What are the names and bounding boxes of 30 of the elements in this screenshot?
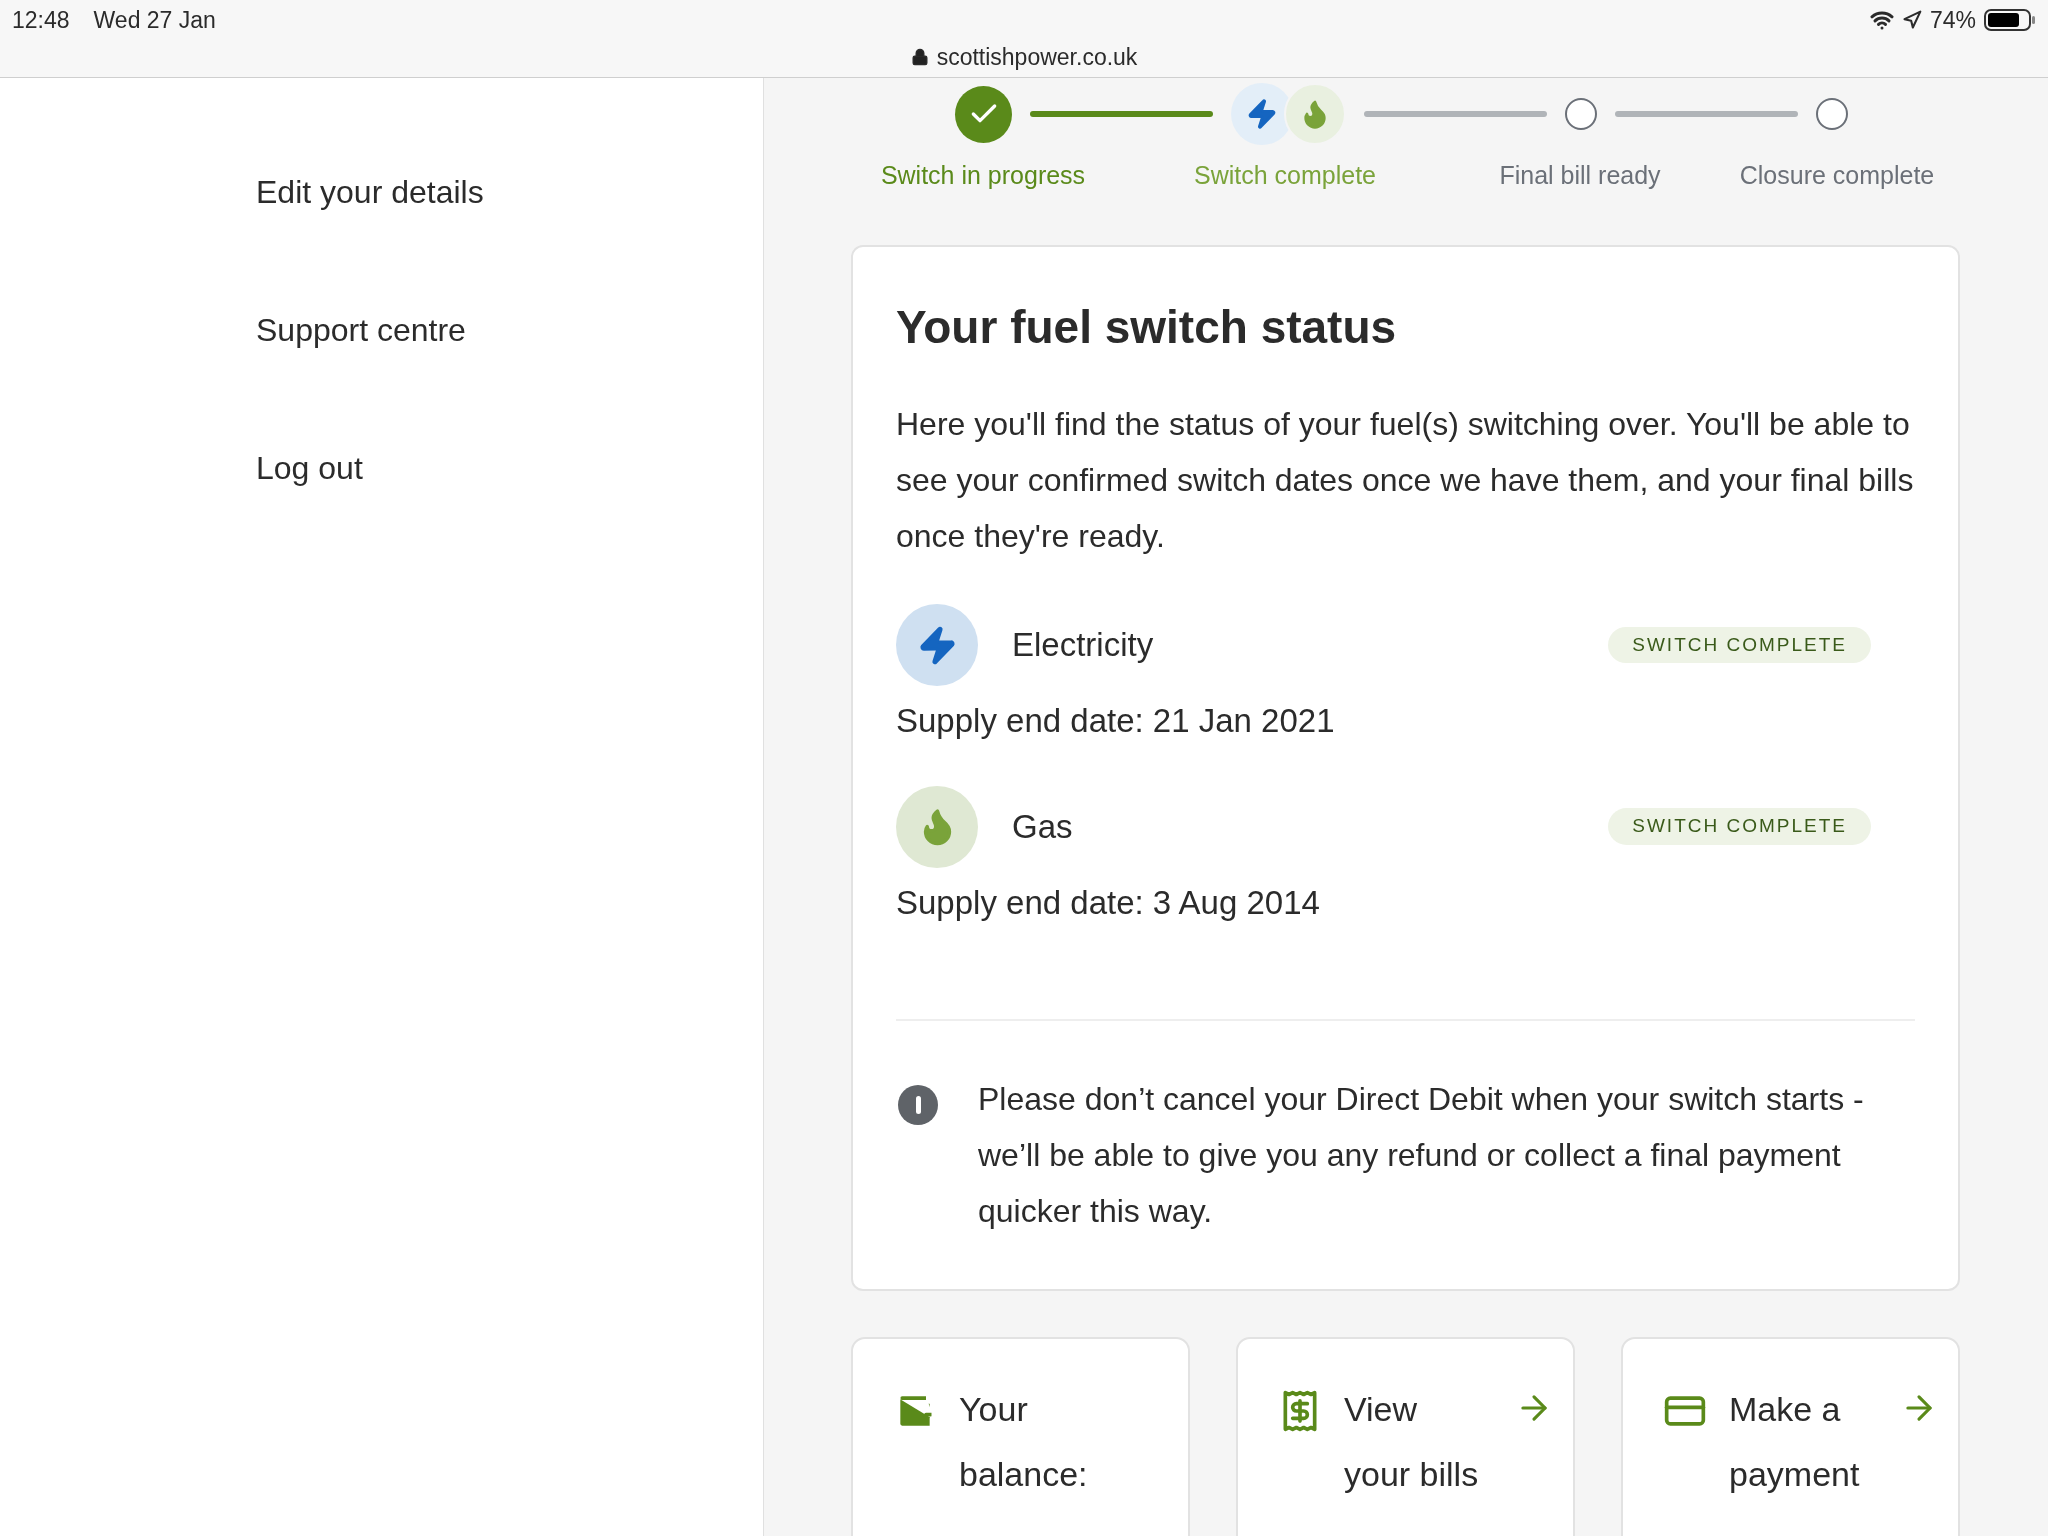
location-icon (1901, 10, 1922, 30)
step-label: Switch complete (1193, 160, 1377, 191)
step-label: Switch in progress (879, 160, 1087, 191)
tile-label: View your bills (1344, 1389, 1480, 1495)
intro-paragraph: Here you'll find the status of your fuel(s) switching over. You'll be able to see your confirmed switch dates once we have them, and your final bills once they're ready. (896, 405, 1915, 556)
action-tile[interactable]: Your balance: (851, 1337, 1190, 1536)
card-title: Your fuel switch status (896, 299, 1398, 355)
tile-label: Make a payment (1729, 1389, 1861, 1495)
fuel-name: Electricity (1012, 625, 1154, 666)
battery-icon (1984, 8, 2036, 32)
fuel-name: Gas (1012, 806, 1073, 847)
step-label: Closure complete (1738, 160, 1936, 191)
sidebar-link[interactable]: Support centre (256, 306, 466, 354)
sidebar-link[interactable]: Edit your details (256, 168, 484, 216)
notice-text: Please don’t cancel your Direct Debit when your switch starts - we’ll be able to give you any refund or collect a final payment quicker this way. (978, 1080, 1865, 1231)
status-badge: SWITCH COMPLETE (1608, 626, 1871, 664)
supply-end-date: Supply end date: 21 Jan 2021 (896, 701, 1336, 741)
step-label: Final bill ready (1498, 160, 1662, 191)
action-tile[interactable]: View your bills (1236, 1337, 1575, 1536)
info-icon (898, 1085, 938, 1125)
supply-end-date: Supply end date: 3 Aug 2014 (896, 882, 1321, 923)
tile-label: Your balance: (959, 1389, 1089, 1495)
action-tile[interactable]: Make a payment (1621, 1337, 1960, 1536)
status-badge: SWITCH COMPLETE (1608, 808, 1871, 845)
lock-icon (910, 48, 929, 67)
battery-level: 74% (1929, 5, 1976, 35)
status-time: 12:48 (12, 5, 70, 35)
status-date: Wed 27 Jan (93, 5, 216, 35)
url-text[interactable]: scottishpower.co.uk (936, 40, 1138, 75)
sidebar-link[interactable]: Log out (256, 444, 363, 492)
